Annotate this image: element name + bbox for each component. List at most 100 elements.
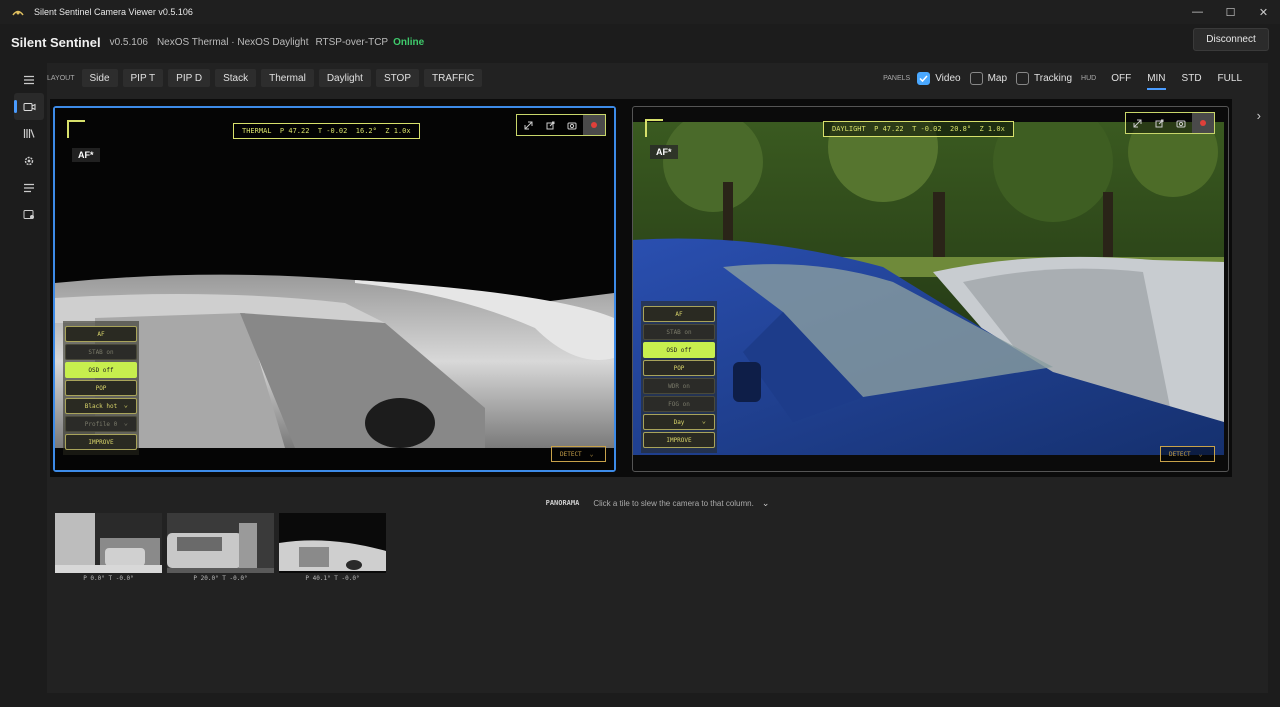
fullscreen-icon[interactable]	[1126, 113, 1148, 133]
close-button[interactable]: ✕	[1247, 0, 1280, 24]
video-area: THERMAL P 47.22 T -0.02 16.2° Z 1.0x AF*…	[50, 99, 1232, 477]
protocol-label: RTSP-over-TCP	[315, 36, 389, 48]
daylight-af-indicator: AF*	[650, 145, 678, 159]
thermal-hud-readout: THERMAL P 47.22 T -0.02 16.2° Z 1.0x	[233, 123, 420, 139]
daylight-camera-panel[interactable]: DAYLIGHT P 47.22 T -0.02 20.8° Z 1.0x AF…	[632, 106, 1229, 472]
device-icon[interactable]	[14, 201, 44, 228]
panorama-tile-image	[55, 513, 162, 573]
video-panel-label: Video	[935, 72, 961, 84]
layout-pip-t-button[interactable]: PIP T	[122, 69, 164, 87]
frame-corner-marker	[67, 120, 85, 138]
daylight-detect-button[interactable]: DETECT ⌄	[1160, 446, 1215, 462]
connection-status: Online	[393, 36, 425, 48]
panorama-title: PANORAMA	[545, 499, 580, 507]
layout-side-button[interactable]: Side	[81, 69, 118, 87]
chevron-down-icon: ⌄	[589, 450, 594, 458]
version-label: v0.5.106	[109, 36, 148, 48]
layout-toolbar: LAYOUT Side PIP T PIP D Stack Thermal Da…	[47, 63, 1268, 93]
video-panel-checkbox[interactable]	[917, 71, 931, 85]
thermal-palette-select[interactable]: Black hot ⌄	[65, 398, 137, 414]
panorama-tiles: P 0.0° T -0.0° P 20.0° T -0.0° P 40.1° T…	[55, 513, 391, 582]
daylight-fog-button[interactable]: FOG on	[643, 396, 715, 412]
daylight-mode-select[interactable]: Day ⌄	[643, 414, 715, 430]
thermal-camera-panel[interactable]: THERMAL P 47.22 T -0.02 16.2° Z 1.0x AF*…	[53, 106, 616, 472]
record-icon[interactable]	[1192, 113, 1214, 133]
daylight-tool-group	[1125, 112, 1215, 134]
panorama-tile-caption: P 0.0° T -0.0°	[83, 575, 134, 582]
daylight-af-button[interactable]: AF	[643, 306, 715, 322]
thermal-palette-value: Black hot	[84, 402, 118, 410]
daylight-pop-button[interactable]: POP	[643, 360, 715, 376]
thermal-improve-button[interactable]: IMPROVE	[65, 434, 137, 450]
snapshot-icon[interactable]	[1170, 113, 1192, 133]
window-titlebar: Silent Sentinel Camera Viewer v0.5.106 —…	[0, 0, 1280, 24]
minimize-button[interactable]: —	[1181, 0, 1214, 24]
record-icon[interactable]	[583, 115, 605, 135]
daylight-wdr-button[interactable]: WDR on	[643, 378, 715, 394]
tracking-panel-checkbox[interactable]	[1016, 71, 1030, 85]
panorama-tile[interactable]: P 20.0° T -0.0°	[167, 513, 274, 582]
tracking-panel-label: Tracking	[1034, 72, 1073, 84]
daylight-osd-button[interactable]: OSD off	[643, 342, 715, 358]
daylight-video-feed[interactable]	[633, 122, 1224, 455]
chevron-down-icon: ⌄	[1198, 450, 1203, 458]
menu-icon[interactable]	[14, 66, 44, 93]
fullscreen-icon[interactable]	[517, 115, 539, 135]
map-panel-checkbox[interactable]	[969, 71, 983, 85]
thermal-control-panel: AF STAB on OSD off POP Black hot ⌄ Profil…	[63, 321, 139, 455]
window-title: Silent Sentinel Camera Viewer v0.5.106	[34, 7, 193, 17]
app-logo-icon	[10, 4, 26, 20]
brand-name: Silent Sentinel	[11, 34, 101, 50]
layout-pip-d-button[interactable]: PIP D	[168, 69, 211, 87]
thermal-tool-group	[516, 114, 606, 136]
layout-stack-button[interactable]: Stack	[215, 69, 257, 87]
panorama-hint: Click a tile to slew the camera to that …	[593, 498, 754, 508]
thermal-af-indicator: AF*	[72, 148, 100, 162]
panels-controls: PANELS Video Map Tracking HUD OFF MIN ST…	[883, 69, 1250, 90]
hud-off-option[interactable]: OFF	[1111, 73, 1131, 84]
map-panel-label: Map	[987, 72, 1008, 84]
panorama-tile[interactable]: P 40.1° T -0.0°	[279, 513, 386, 582]
stop-button[interactable]: STOP	[375, 69, 419, 87]
camera-names: NexOS Thermal · NexOS Daylight	[156, 36, 309, 48]
disconnect-button[interactable]: Disconnect	[1193, 28, 1269, 51]
hud-full-option[interactable]: FULL	[1218, 73, 1242, 84]
sidebar	[14, 66, 44, 228]
thermal-osd-button[interactable]: OSD off	[65, 362, 137, 378]
thermal-af-button[interactable]: AF	[65, 326, 137, 342]
hud-std-option[interactable]: STD	[1182, 73, 1202, 84]
chevron-down-icon: ⌄	[701, 417, 706, 425]
panorama-tile-image	[279, 513, 386, 573]
daylight-control-panel: AF STAB on OSD off POP WDR on FOG on Day…	[641, 301, 717, 453]
layout-thermal-button[interactable]: Thermal	[261, 69, 314, 87]
panorama-tile-caption: P 20.0° T -0.0°	[193, 575, 248, 582]
gear-icon[interactable]	[14, 147, 44, 174]
popout-icon[interactable]	[1148, 113, 1170, 133]
list-icon[interactable]	[14, 174, 44, 201]
thermal-profile-select[interactable]: Profile 0 ⌄	[65, 416, 137, 432]
traffic-button[interactable]: TRAFFIC	[424, 69, 483, 87]
library-icon[interactable]	[14, 120, 44, 147]
chevron-down-icon: ⌄	[123, 401, 128, 409]
panorama-tile[interactable]: P 0.0° T -0.0°	[55, 513, 162, 582]
thermal-pop-button[interactable]: POP	[65, 380, 137, 396]
thermal-stab-button[interactable]: STAB on	[65, 344, 137, 360]
panels-label: PANELS	[883, 74, 911, 82]
snapshot-icon[interactable]	[561, 115, 583, 135]
layout-daylight-button[interactable]: Daylight	[318, 69, 371, 87]
camera-icon[interactable]	[14, 93, 44, 120]
maximize-button[interactable]: ☐	[1214, 0, 1247, 24]
chevron-down-icon[interactable]: ⌄	[762, 498, 770, 509]
chevron-down-icon: ⌄	[123, 419, 128, 427]
daylight-detect-label: DETECT	[1169, 450, 1191, 458]
thermal-detect-button[interactable]: DETECT ⌄	[551, 446, 606, 462]
panorama-tile-caption: P 40.1° T -0.0°	[305, 575, 360, 582]
chevron-right-icon[interactable]: ›	[1257, 108, 1261, 123]
daylight-improve-button[interactable]: IMPROVE	[643, 432, 715, 448]
layout-label: LAYOUT	[47, 74, 75, 82]
hud-min-option[interactable]: MIN	[1147, 73, 1166, 90]
panorama-tile-image	[167, 513, 274, 573]
daylight-stab-button[interactable]: STAB on	[643, 324, 715, 340]
panorama-header: PANORAMA Click a tile to slew the camera…	[47, 491, 1268, 515]
popout-icon[interactable]	[539, 115, 561, 135]
